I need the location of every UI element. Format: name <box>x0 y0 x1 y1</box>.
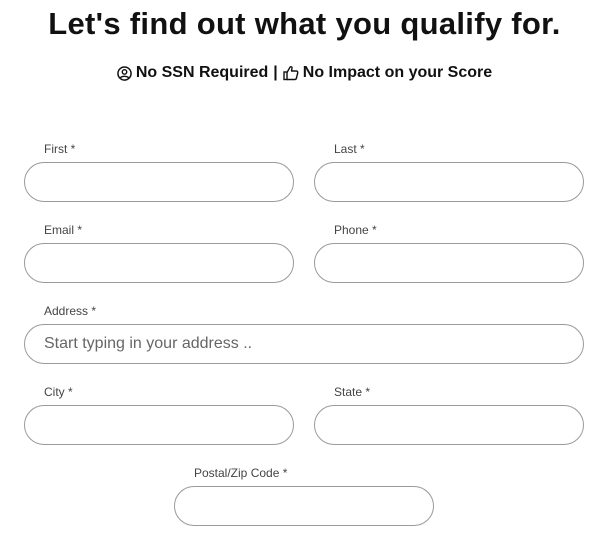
phone-label: Phone * <box>334 223 377 237</box>
city-input[interactable] <box>24 405 294 445</box>
trust-badges: No SSN Required | No Impact on your Scor… <box>0 64 609 82</box>
first-name-label: First * <box>44 142 76 156</box>
no-ssn-badge: No SSN Required <box>117 64 268 82</box>
zip-label: Postal/Zip Code * <box>194 466 288 480</box>
address-label: Address * <box>44 304 97 318</box>
no-impact-text: No Impact on your Score <box>302 64 493 81</box>
email-input[interactable] <box>24 243 294 283</box>
user-circle-icon <box>117 65 132 81</box>
city-label: City * <box>44 385 73 399</box>
zip-input[interactable] <box>174 486 434 526</box>
no-impact-badge: No Impact on your Score <box>283 64 492 82</box>
last-name-label: Last * <box>334 142 365 156</box>
state-label: State * <box>334 385 371 399</box>
first-name-input[interactable] <box>24 162 294 202</box>
page-title: Let's find out what you qualify for. <box>48 6 561 41</box>
email-label: Email * <box>44 223 83 237</box>
state-input[interactable] <box>314 405 584 445</box>
thumbs-up-icon <box>283 65 299 81</box>
last-name-input[interactable] <box>314 162 584 202</box>
address-input[interactable] <box>24 324 584 364</box>
badge-separator: | <box>273 64 278 81</box>
no-ssn-text: No SSN Required <box>135 64 269 81</box>
phone-input[interactable] <box>314 243 584 283</box>
